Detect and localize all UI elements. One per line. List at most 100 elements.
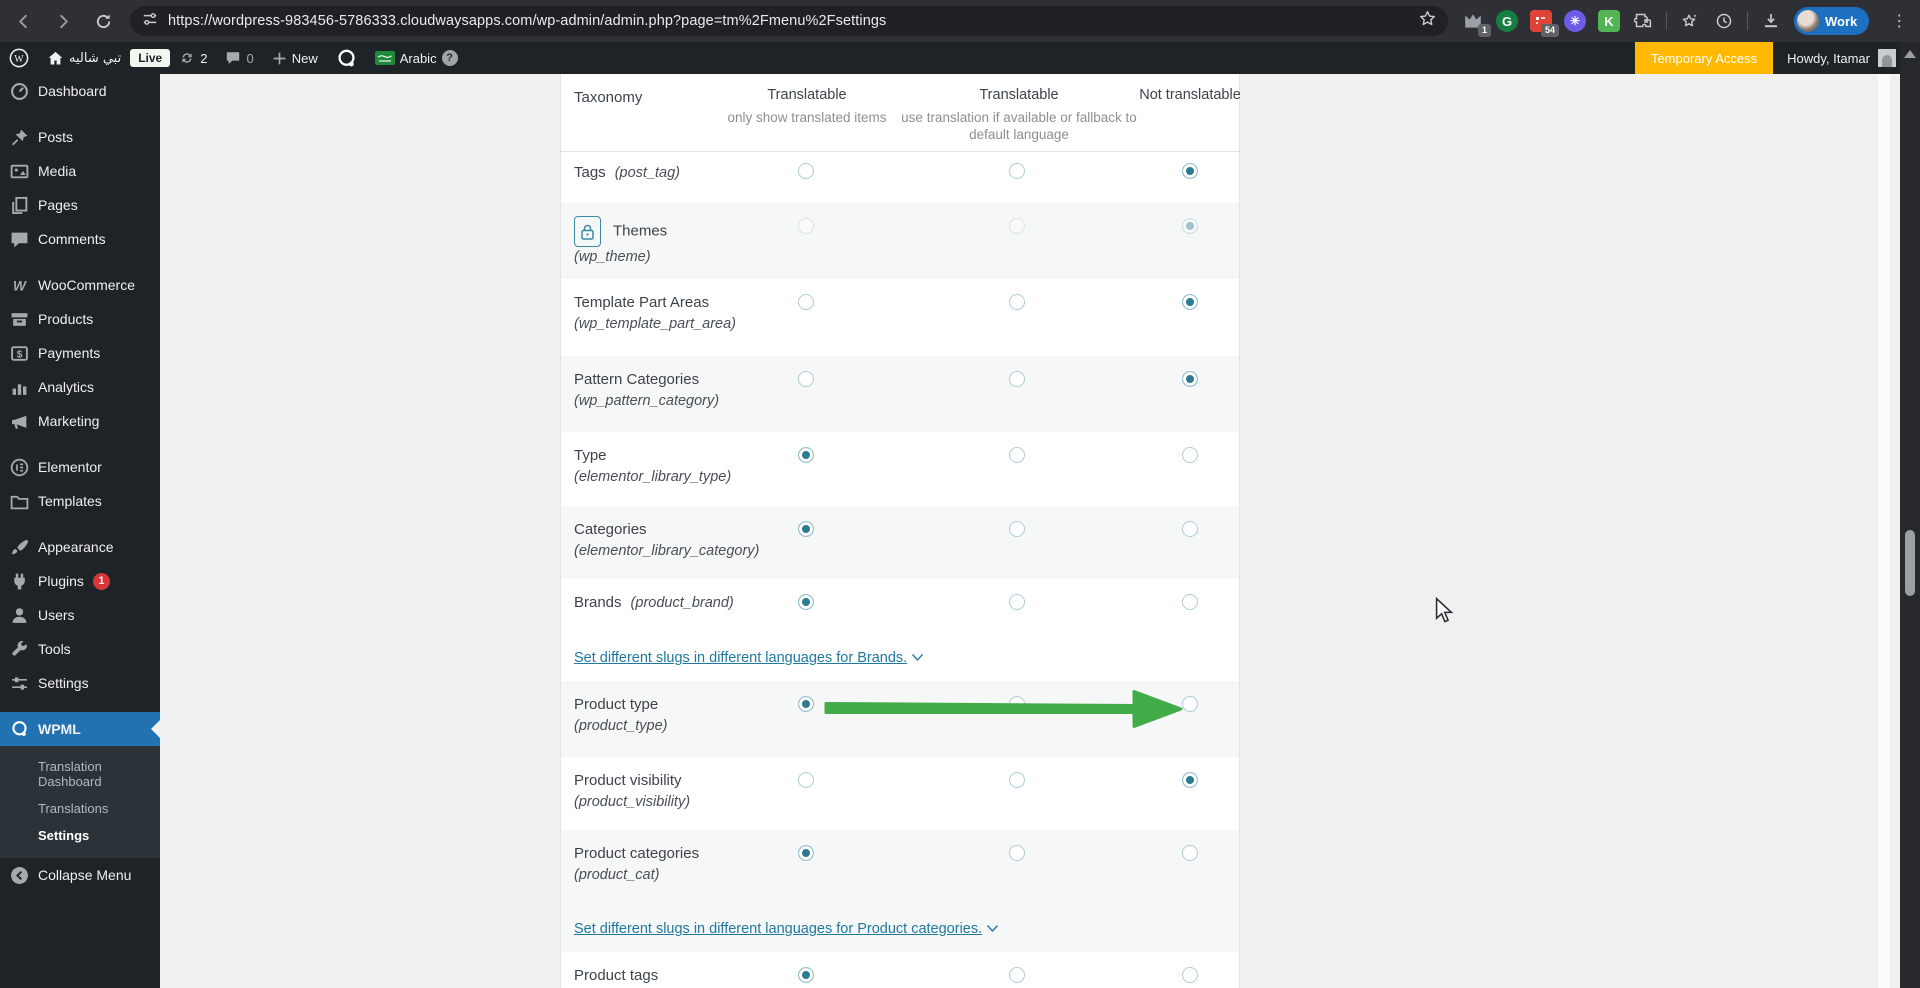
red-extension-icon[interactable]: 54: [1530, 10, 1552, 32]
radio-translatable-only[interactable]: [798, 967, 814, 983]
collapse-menu-button[interactable]: Collapse Menu: [0, 858, 160, 892]
sidebar-item-marketing[interactable]: Marketing: [0, 404, 160, 438]
radio-translatable-only[interactable]: [798, 371, 814, 387]
radio-translatable-only[interactable]: [798, 845, 814, 861]
chevron-down-icon[interactable]: [986, 921, 999, 937]
wpml-bar-icon[interactable]: [327, 42, 366, 74]
back-icon[interactable]: [6, 4, 40, 38]
taxonomy-row-tags: Tags (post_tag): [561, 152, 1239, 203]
malwarebytes-icon[interactable]: 1: [1462, 10, 1484, 32]
reload-icon[interactable]: [86, 4, 120, 38]
wp-logo-icon[interactable]: W: [0, 42, 38, 74]
temporary-access-button[interactable]: Temporary Access: [1635, 42, 1773, 74]
sidebar-item-wpml[interactable]: WPML: [0, 712, 160, 746]
keeper-icon[interactable]: K: [1598, 10, 1620, 32]
scrollbar-track[interactable]: [1900, 42, 1920, 988]
radio-not-translatable[interactable]: [1182, 845, 1198, 861]
forward-icon[interactable]: [46, 4, 80, 38]
radio-not-translatable[interactable]: [1182, 967, 1198, 983]
radio-translatable-fallback[interactable]: [1009, 967, 1025, 983]
browser-profile-button[interactable]: Work: [1794, 7, 1869, 35]
purple-extension-icon[interactable]: ✳: [1564, 10, 1586, 32]
sidebar-item-posts[interactable]: Posts: [0, 120, 160, 154]
wpml-submenu-translations[interactable]: Translations: [0, 795, 160, 822]
set-different-slugs-link[interactable]: Set different slugs in different languag…: [574, 650, 924, 666]
sidebar-item-tools[interactable]: Tools: [0, 632, 160, 666]
extensions-puzzle-icon[interactable]: [1632, 10, 1654, 32]
radio-translatable-only[interactable]: [798, 163, 814, 179]
radio-not-translatable[interactable]: [1182, 772, 1198, 788]
radio-translatable-fallback[interactable]: [1009, 218, 1025, 234]
radio-translatable-fallback[interactable]: [1009, 696, 1025, 712]
history-clock-icon[interactable]: [1713, 10, 1735, 32]
sidebar-item-woocommerce[interactable]: WWooCommerce: [0, 268, 160, 302]
radio-translatable-fallback[interactable]: [1009, 521, 1025, 537]
radio-translatable-fallback[interactable]: [1009, 371, 1025, 387]
sidebar-item-media[interactable]: Media: [0, 154, 160, 188]
radio-translatable-only[interactable]: [798, 294, 814, 310]
radio-not-translatable[interactable]: [1182, 696, 1198, 712]
radio-translatable-fallback[interactable]: [1009, 294, 1025, 310]
radio-translatable-only[interactable]: [798, 594, 814, 610]
radio-translatable-only[interactable]: [798, 447, 814, 463]
bookmark-star-icon[interactable]: [1419, 10, 1436, 32]
site-controls-icon[interactable]: [142, 11, 158, 32]
live-badge[interactable]: Live: [130, 49, 170, 67]
radio-translatable-only[interactable]: [798, 696, 814, 712]
taxonomy-slug: (elementor_library_category): [574, 541, 1239, 562]
slugs-link-text: Set different slugs in different languag…: [574, 921, 982, 937]
radio-translatable-fallback[interactable]: [1009, 163, 1025, 179]
radio-translatable-fallback[interactable]: [1009, 594, 1025, 610]
radio-not-translatable[interactable]: [1182, 447, 1198, 463]
sidebar-item-comments[interactable]: Comments: [0, 222, 160, 256]
radio-not-translatable[interactable]: [1182, 294, 1198, 310]
grammarly-icon[interactable]: G: [1496, 10, 1518, 32]
sidebar-item-dashboard[interactable]: Dashboard: [0, 74, 160, 108]
radio-not-translatable[interactable]: [1182, 521, 1198, 537]
sidebar-item-appearance[interactable]: Appearance: [0, 530, 160, 564]
set-different-slugs-link[interactable]: Set different slugs in different languag…: [574, 921, 999, 937]
new-content-link[interactable]: New: [263, 42, 327, 74]
products-icon: [10, 310, 29, 329]
radio-translatable-only[interactable]: [798, 521, 814, 537]
wpml-submenu-translation-dashboard[interactable]: Translation Dashboard: [0, 753, 160, 795]
sidebar-item-elementor[interactable]: Elementor: [0, 450, 160, 484]
sidebar-item-label: Pages: [38, 197, 78, 213]
sidebar-item-templates[interactable]: Templates: [0, 484, 160, 518]
sidebar-item-analytics[interactable]: Analytics: [0, 370, 160, 404]
sidebar-item-settings[interactable]: Settings: [0, 666, 160, 700]
radio-not-translatable[interactable]: [1182, 163, 1198, 179]
lock-icon: [574, 216, 601, 247]
howdy-link[interactable]: Howdy, Itamar: [1773, 51, 1878, 66]
wpml-submenu-settings[interactable]: Settings: [0, 822, 160, 849]
site-link[interactable]: تبي شاليه: [38, 42, 130, 74]
comments-link[interactable]: 0: [216, 42, 262, 74]
scrollbar-up-arrow[interactable]: [1904, 50, 1916, 58]
download-icon[interactable]: [1760, 10, 1782, 32]
sidebar-item-label: Media: [38, 163, 76, 179]
radio-translatable-only[interactable]: [798, 772, 814, 788]
radio-translatable-fallback[interactable]: [1009, 845, 1025, 861]
browser-menu-icon[interactable]: ⋮: [1891, 11, 1908, 31]
sidebar-item-pages[interactable]: Pages: [0, 188, 160, 222]
taxonomy-slug: (product_brand): [627, 595, 734, 611]
address-bar[interactable]: https://wordpress-983456-5786333.cloudwa…: [130, 6, 1448, 36]
sidebar-item-plugins[interactable]: Plugins1: [0, 564, 160, 598]
updates-link[interactable]: 2: [170, 42, 216, 74]
radio-not-translatable[interactable]: [1182, 218, 1198, 234]
sidebar-separator: [0, 518, 160, 530]
chevron-down-icon[interactable]: [911, 650, 924, 666]
language-switcher[interactable]: Arabic ?: [366, 42, 467, 74]
bookmarks-star-icon[interactable]: [1679, 10, 1701, 32]
sidebar-item-users[interactable]: Users: [0, 598, 160, 632]
url-text: https://wordpress-983456-5786333.cloudwa…: [168, 13, 1419, 29]
scrollbar-thumb[interactable]: [1905, 530, 1915, 596]
radio-not-translatable[interactable]: [1182, 371, 1198, 387]
radio-translatable-only[interactable]: [798, 218, 814, 234]
radio-translatable-fallback[interactable]: [1009, 772, 1025, 788]
help-icon[interactable]: ?: [442, 50, 458, 66]
radio-translatable-fallback[interactable]: [1009, 447, 1025, 463]
sidebar-item-products[interactable]: Products: [0, 302, 160, 336]
radio-not-translatable[interactable]: [1182, 594, 1198, 610]
sidebar-item-payments[interactable]: $Payments: [0, 336, 160, 370]
